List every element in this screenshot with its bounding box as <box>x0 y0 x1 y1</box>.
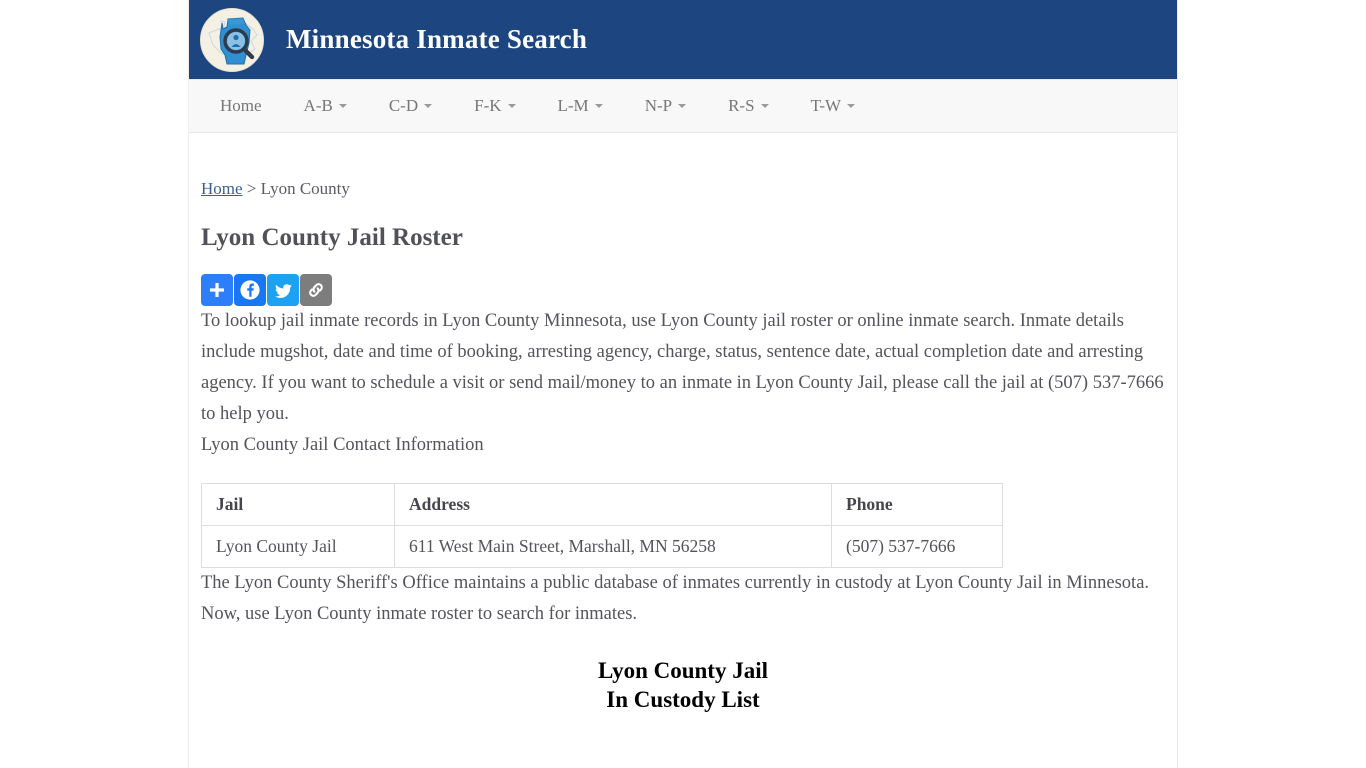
chevron-down-icon <box>338 104 347 108</box>
breadcrumb-home-link[interactable]: Home <box>201 179 243 198</box>
nav-item-n-p[interactable]: N-P <box>624 80 707 132</box>
cell-address: 611 West Main Street, Marshall, MN 56258 <box>394 525 832 568</box>
page-root: Minnesota Inmate Search Home A-B C-D F-K… <box>0 0 1366 768</box>
nav-label: L-M <box>557 96 589 115</box>
nav-label: F-K <box>474 96 502 115</box>
chevron-down-icon <box>678 104 687 108</box>
breadcrumb: Home > Lyon County <box>201 179 1165 199</box>
nav-label: R-S <box>728 96 755 115</box>
column-header-address: Address <box>394 483 832 526</box>
plus-icon <box>210 283 224 297</box>
table-row: Lyon County Jail 611 West Main Street, M… <box>201 525 1003 568</box>
custody-heading-line1: Lyon County Jail <box>598 658 768 683</box>
twitter-icon <box>274 283 292 298</box>
chevron-down-icon <box>760 104 769 108</box>
cell-phone: (507) 537-7666 <box>831 525 1003 568</box>
nav-item-home[interactable]: Home <box>199 80 283 132</box>
nav-item-t-w[interactable]: T-W <box>790 80 877 132</box>
intro-paragraph: To lookup jail inmate records in Lyon Co… <box>201 311 1164 424</box>
chevron-down-icon <box>847 104 856 108</box>
column-header-phone: Phone <box>831 483 1003 526</box>
table-header-row: Jail Address Phone <box>201 483 1003 526</box>
nav-item-r-s[interactable]: R-S <box>707 80 789 132</box>
addthis-share-button[interactable] <box>201 274 233 306</box>
nav-item-l-m[interactable]: L-M <box>537 80 624 132</box>
contact-info-label: Lyon County Jail Contact Information <box>201 435 484 455</box>
breadcrumb-current: Lyon County <box>260 179 350 198</box>
outro-paragraph: The Lyon County Sheriff's Office maintai… <box>201 573 1150 624</box>
link-icon <box>309 283 323 297</box>
custody-list-heading: Lyon County Jail In Custody List <box>201 656 1165 714</box>
site-header: Minnesota Inmate Search <box>189 0 1177 79</box>
twitter-share-button[interactable] <box>267 274 299 306</box>
nav-item-f-k[interactable]: F-K <box>453 80 536 132</box>
content-container: Minnesota Inmate Search Home A-B C-D F-K… <box>188 0 1178 768</box>
facebook-share-button[interactable] <box>234 274 266 306</box>
nav-label: C-D <box>388 96 419 115</box>
site-title: Minnesota Inmate Search <box>286 24 588 54</box>
minnesota-map-magnifier-logo-icon <box>200 7 264 72</box>
chevron-down-icon <box>594 104 603 108</box>
nav-label: Home <box>220 96 262 115</box>
facebook-icon <box>240 280 260 300</box>
column-header-jail: Jail <box>201 483 395 526</box>
copy-link-button[interactable] <box>300 274 332 306</box>
nav-label: A-B <box>303 96 333 115</box>
nav-item-c-d[interactable]: C-D <box>368 80 453 132</box>
page-title: Lyon County Jail Roster <box>201 224 463 251</box>
custody-heading-line2: In Custody List <box>606 687 760 712</box>
chevron-down-icon <box>507 104 516 108</box>
main-content: Home > Lyon County Lyon County Jail Rost… <box>189 179 1177 714</box>
main-navigation: Home A-B C-D F-K L-M N-P R-S T-W <box>189 79 1177 133</box>
breadcrumb-separator: > <box>242 179 261 198</box>
nav-label: T-W <box>810 96 842 115</box>
nav-label: N-P <box>644 96 673 115</box>
chevron-down-icon <box>424 104 433 108</box>
cell-jail: Lyon County Jail <box>201 525 395 568</box>
nav-item-a-b[interactable]: A-B <box>283 80 368 132</box>
share-buttons <box>201 274 1165 306</box>
contact-table: Jail Address Phone Lyon County Jail 611 … <box>201 483 1003 568</box>
